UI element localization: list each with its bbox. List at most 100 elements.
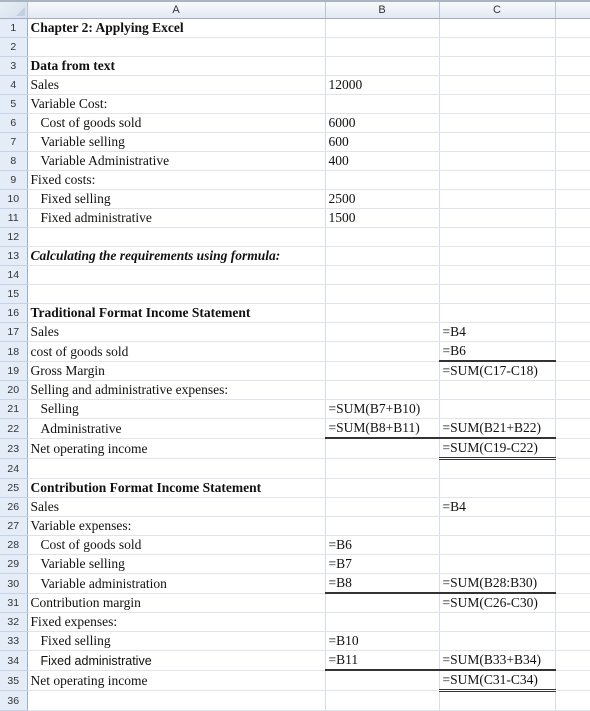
cell-c[interactable]	[439, 458, 556, 479]
cell-d[interactable]	[555, 554, 590, 574]
cell-d[interactable]	[555, 170, 590, 190]
cell-c[interactable]	[439, 37, 556, 57]
cell-a[interactable]	[27, 458, 326, 479]
cell-a[interactable]: Contribution margin	[27, 593, 326, 613]
cell-b[interactable]	[325, 516, 440, 536]
row-header[interactable]: 33	[0, 631, 28, 651]
cell-a[interactable]	[27, 265, 326, 285]
row-header[interactable]: 22	[0, 418, 28, 439]
row-header[interactable]: 4	[0, 75, 28, 95]
cell-a[interactable]: Administrative	[27, 418, 326, 439]
cell-c[interactable]	[439, 478, 556, 498]
cell-c[interactable]: =SUM(C17-C18)	[439, 361, 556, 381]
cell-d[interactable]	[555, 341, 590, 362]
cell-d[interactable]	[555, 497, 590, 517]
cell-a[interactable]: Fixed selling	[27, 631, 326, 651]
cell-b[interactable]: 1500	[325, 208, 440, 228]
cell-a[interactable]: Net operating income	[27, 670, 326, 691]
cell-c[interactable]	[439, 612, 556, 632]
cell-d[interactable]	[555, 438, 590, 459]
cell-a[interactable]	[27, 37, 326, 57]
cell-a[interactable]: Gross Margin	[27, 361, 326, 381]
cell-a[interactable]: Cost of goods sold	[27, 535, 326, 555]
cell-a[interactable]: Contribution Format Income Statement	[27, 478, 326, 498]
cell-b[interactable]: 12000	[325, 75, 440, 95]
select-all-button[interactable]	[0, 0, 28, 19]
cell-d[interactable]	[555, 208, 590, 228]
cell-c[interactable]	[439, 227, 556, 247]
cell-a[interactable]: Variable Cost:	[27, 94, 326, 114]
cell-d[interactable]	[555, 690, 590, 711]
cell-d[interactable]	[555, 631, 590, 651]
cell-a[interactable]: Variable selling	[27, 554, 326, 574]
cell-d[interactable]	[555, 37, 590, 57]
cell-b[interactable]: =SUM(B7+B10)	[325, 399, 440, 419]
cell-c[interactable]	[439, 690, 556, 711]
row-header[interactable]: 28	[0, 535, 28, 555]
cell-a[interactable]: Variable administration	[27, 573, 326, 594]
cell-b[interactable]	[325, 670, 440, 691]
cell-d[interactable]	[555, 380, 590, 400]
row-header[interactable]: 36	[0, 690, 28, 711]
cell-c[interactable]: =SUM(C19-C22)	[439, 438, 556, 460]
cell-c[interactable]	[439, 132, 556, 152]
cell-c[interactable]	[439, 18, 556, 38]
row-header[interactable]: 12	[0, 227, 28, 247]
cell-a[interactable]: Selling and administrative expenses:	[27, 380, 326, 400]
row-header[interactable]: 29	[0, 554, 28, 574]
cell-c[interactable]: =SUM(B21+B22)	[439, 418, 556, 439]
cell-d[interactable]	[555, 650, 590, 671]
column-header-d[interactable]	[555, 0, 590, 19]
cell-a[interactable]: Cost of goods sold	[27, 113, 326, 133]
cell-b[interactable]: =B6	[325, 535, 440, 555]
row-header[interactable]: 15	[0, 284, 28, 304]
row-header[interactable]: 26	[0, 497, 28, 517]
cell-d[interactable]	[555, 535, 590, 555]
cell-c[interactable]: =B4	[439, 322, 556, 342]
cell-a[interactable]	[27, 284, 326, 304]
cell-a[interactable]: Fixed administrative	[27, 650, 326, 671]
cell-b[interactable]	[325, 265, 440, 285]
row-header[interactable]: 6	[0, 113, 28, 133]
cell-d[interactable]	[555, 265, 590, 285]
cell-b[interactable]	[325, 612, 440, 632]
cell-b[interactable]: =B8	[325, 573, 440, 594]
cell-c[interactable]: =SUM(B28:B30)	[439, 573, 556, 594]
row-header[interactable]: 3	[0, 56, 28, 76]
cell-c[interactable]: =B4	[439, 497, 556, 517]
row-header[interactable]: 20	[0, 380, 28, 400]
cell-b[interactable]	[325, 322, 440, 342]
cell-a[interactable]: Fixed expenses:	[27, 612, 326, 632]
cell-d[interactable]	[555, 246, 590, 266]
row-header[interactable]: 11	[0, 208, 28, 228]
cell-b[interactable]: 600	[325, 132, 440, 152]
row-header[interactable]: 24	[0, 458, 28, 479]
cell-b[interactable]: 6000	[325, 113, 440, 133]
cell-c[interactable]	[439, 631, 556, 651]
cell-b[interactable]	[325, 56, 440, 76]
cell-d[interactable]	[555, 458, 590, 479]
row-header[interactable]: 32	[0, 612, 28, 632]
cell-b[interactable]	[325, 497, 440, 517]
cell-d[interactable]	[555, 56, 590, 76]
cell-d[interactable]	[555, 227, 590, 247]
cell-d[interactable]	[555, 322, 590, 342]
cell-a[interactable]: Variable Administrative	[27, 151, 326, 171]
cell-b[interactable]	[325, 227, 440, 247]
cell-c[interactable]	[439, 189, 556, 209]
cell-d[interactable]	[555, 94, 590, 114]
cell-c[interactable]	[439, 554, 556, 574]
cell-a[interactable]: Net operating income	[27, 438, 326, 459]
cell-b[interactable]	[325, 690, 440, 711]
cell-d[interactable]	[555, 284, 590, 304]
cell-c[interactable]	[439, 113, 556, 133]
cell-d[interactable]	[555, 593, 590, 613]
cell-a[interactable]: Fixed costs:	[27, 170, 326, 190]
row-header[interactable]: 9	[0, 170, 28, 190]
cell-c[interactable]	[439, 399, 556, 419]
cell-b[interactable]: =B11	[325, 650, 440, 671]
cell-d[interactable]	[555, 189, 590, 209]
cell-c[interactable]	[439, 56, 556, 76]
row-header[interactable]: 17	[0, 322, 28, 342]
cell-a[interactable]: Selling	[27, 399, 326, 419]
